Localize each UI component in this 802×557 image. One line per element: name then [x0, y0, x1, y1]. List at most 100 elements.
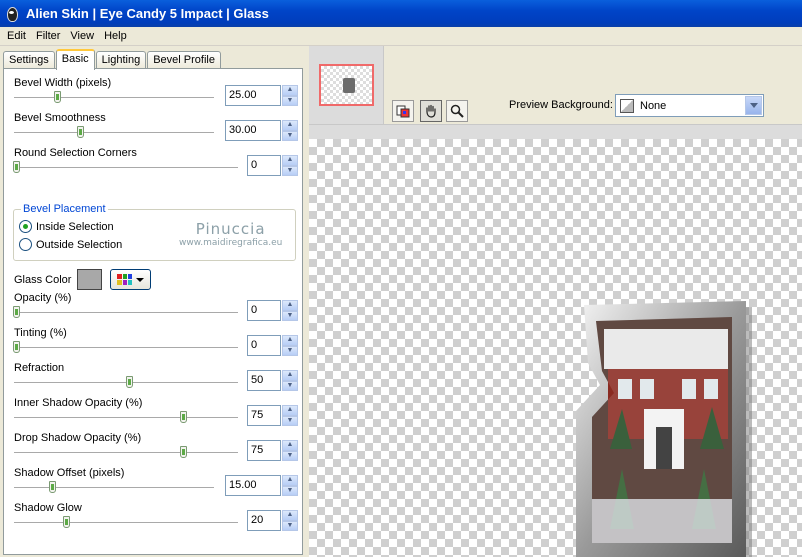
bevel-smoothness-control: Bevel Smoothness 30.00 ▲ ▼	[4, 112, 302, 147]
glass-color-swatch[interactable]	[77, 269, 103, 290]
bevel-smoothness-slider-thumb[interactable]	[77, 126, 84, 138]
spin-down-icon[interactable]: ▼	[282, 345, 298, 356]
shadow-offset-slider-thumb[interactable]	[49, 481, 56, 493]
tab-basic[interactable]: Basic	[55, 49, 95, 70]
shadow-offset-control: Shadow Offset (pixels) 15.00 ▲ ▼	[4, 467, 302, 502]
bevel-width-slider-thumb[interactable]	[54, 91, 61, 103]
tinting-input[interactable]: 0	[247, 335, 281, 356]
spin-down-icon[interactable]: ▼	[282, 520, 298, 531]
tab-settings[interactable]: Settings	[3, 51, 55, 69]
color-palette-button[interactable]	[110, 269, 152, 290]
bevel-width-input[interactable]: 25.00	[225, 85, 281, 106]
tinting-slider-thumb[interactable]	[13, 341, 20, 353]
inside-selection-radio[interactable]: Inside Selection	[19, 220, 114, 233]
bevel-width-spinner[interactable]: 25.00 ▲ ▼	[225, 85, 298, 106]
refraction-slider-thumb[interactable]	[126, 376, 133, 388]
menu-edit[interactable]: Edit	[2, 30, 31, 42]
drop-shadow-label: Drop Shadow Opacity (%)	[14, 432, 142, 444]
round-corners-control: Round Selection Corners 0 ▲ ▼	[4, 147, 302, 182]
spin-down-icon[interactable]: ▼	[282, 485, 298, 496]
outside-selection-radio[interactable]: Outside Selection	[19, 238, 122, 251]
bevel-smoothness-slider[interactable]	[14, 132, 214, 134]
spin-down-icon[interactable]: ▼	[282, 165, 298, 176]
inner-shadow-slider-thumb[interactable]	[180, 411, 187, 423]
menu-filter[interactable]: Filter	[31, 30, 65, 42]
tinting-slider[interactable]	[14, 347, 238, 349]
shadow-glow-input[interactable]: 20	[247, 510, 281, 531]
bevel-width-slider[interactable]	[14, 97, 214, 99]
spin-up-icon[interactable]: ▲	[282, 155, 298, 166]
inner-shadow-slider[interactable]	[14, 417, 238, 419]
shadow-glow-spinner[interactable]: 20 ▲ ▼	[247, 510, 298, 531]
refraction-spinner[interactable]: 50 ▲ ▼	[247, 370, 298, 391]
opacity-input[interactable]: 0	[247, 300, 281, 321]
navigator-viewport-frame[interactable]	[319, 64, 374, 106]
spin-down-icon[interactable]: ▼	[282, 380, 298, 391]
navigator-thumbnail-area	[309, 46, 384, 124]
refraction-label: Refraction	[14, 362, 65, 374]
hand-tool-button[interactable]	[420, 100, 442, 122]
inner-shadow-control: Inner Shadow Opacity (%) 75 ▲ ▼	[4, 397, 302, 432]
color-picker-icon	[396, 105, 410, 118]
round-corners-slider[interactable]	[14, 167, 238, 169]
bevel-smoothness-input[interactable]: 30.00	[225, 120, 281, 141]
tinting-label: Tinting (%)	[14, 327, 67, 339]
spin-down-icon[interactable]: ▼	[282, 415, 298, 426]
menu-help[interactable]: Help	[99, 30, 132, 42]
drop-shadow-slider[interactable]	[14, 452, 238, 454]
spin-up-icon[interactable]: ▲	[282, 85, 298, 96]
spin-up-icon[interactable]: ▲	[282, 475, 298, 486]
menu-view[interactable]: View	[65, 30, 99, 42]
spin-up-icon[interactable]: ▲	[282, 440, 298, 451]
chevron-down-icon[interactable]	[745, 96, 762, 115]
alien-skin-icon	[4, 6, 20, 22]
shadow-offset-spinner[interactable]: 15.00 ▲ ▼	[225, 475, 298, 496]
drop-shadow-input[interactable]: 75	[247, 440, 281, 461]
shadow-offset-input[interactable]: 15.00	[225, 475, 281, 496]
zoom-tool-button[interactable]	[446, 100, 468, 122]
spin-up-icon[interactable]: ▲	[282, 510, 298, 521]
spin-up-icon[interactable]: ▲	[282, 300, 298, 311]
preview-background-select[interactable]: None	[615, 94, 764, 117]
glass-color-control: Glass Color	[14, 269, 152, 290]
spin-up-icon[interactable]: ▲	[282, 370, 298, 381]
inner-shadow-input[interactable]: 75	[247, 405, 281, 426]
tab-bevel-profile[interactable]: Bevel Profile	[147, 51, 221, 69]
round-corners-input[interactable]: 0	[247, 155, 281, 176]
spin-up-icon[interactable]: ▲	[282, 405, 298, 416]
spin-down-icon[interactable]: ▼	[282, 450, 298, 461]
round-corners-slider-thumb[interactable]	[13, 161, 20, 173]
opacity-slider[interactable]	[14, 312, 238, 314]
spin-down-icon[interactable]: ▼	[282, 95, 298, 106]
preview-canvas[interactable]	[309, 139, 802, 557]
tab-lighting[interactable]: Lighting	[95, 51, 147, 69]
preview-panel: Preview Background: None	[309, 46, 802, 557]
shadow-glow-slider-thumb[interactable]	[63, 516, 70, 528]
inner-shadow-spinner[interactable]: 75 ▲ ▼	[247, 405, 298, 426]
tinting-control: Tinting (%) 0 ▲ ▼	[4, 327, 302, 362]
drop-shadow-control: Drop Shadow Opacity (%) 75 ▲ ▼	[4, 432, 302, 467]
background-swatch-icon	[620, 98, 634, 113]
drop-shadow-slider-thumb[interactable]	[180, 446, 187, 458]
radio-unselected-icon[interactable]	[19, 238, 32, 251]
spin-down-icon[interactable]: ▼	[282, 310, 298, 321]
watermark-url: www.maidiregrafica.eu	[179, 238, 283, 248]
opacity-spinner[interactable]: 0 ▲ ▼	[247, 300, 298, 321]
outside-selection-label: Outside Selection	[36, 238, 123, 251]
drop-shadow-spinner[interactable]: 75 ▲ ▼	[247, 440, 298, 461]
bevel-smoothness-spinner[interactable]: 30.00 ▲ ▼	[225, 120, 298, 141]
round-corners-spinner[interactable]: 0 ▲ ▼	[247, 155, 298, 176]
shadow-glow-slider[interactable]	[14, 522, 238, 524]
spin-down-icon[interactable]: ▼	[282, 130, 298, 141]
color-picker-button[interactable]	[392, 100, 414, 122]
refraction-control: Refraction 50 ▲ ▼	[4, 362, 302, 397]
opacity-slider-thumb[interactable]	[13, 306, 20, 318]
refraction-input[interactable]: 50	[247, 370, 281, 391]
spin-up-icon[interactable]: ▲	[282, 120, 298, 131]
tab-strip: Settings Basic Lighting Bevel Profile	[3, 49, 222, 70]
shadow-offset-slider[interactable]	[14, 487, 214, 489]
spin-up-icon[interactable]: ▲	[282, 335, 298, 346]
tinting-spinner[interactable]: 0 ▲ ▼	[247, 335, 298, 356]
bevel-width-control: Bevel Width (pixels) 25.00 ▲ ▼	[4, 77, 302, 112]
radio-selected-icon[interactable]	[19, 220, 32, 233]
